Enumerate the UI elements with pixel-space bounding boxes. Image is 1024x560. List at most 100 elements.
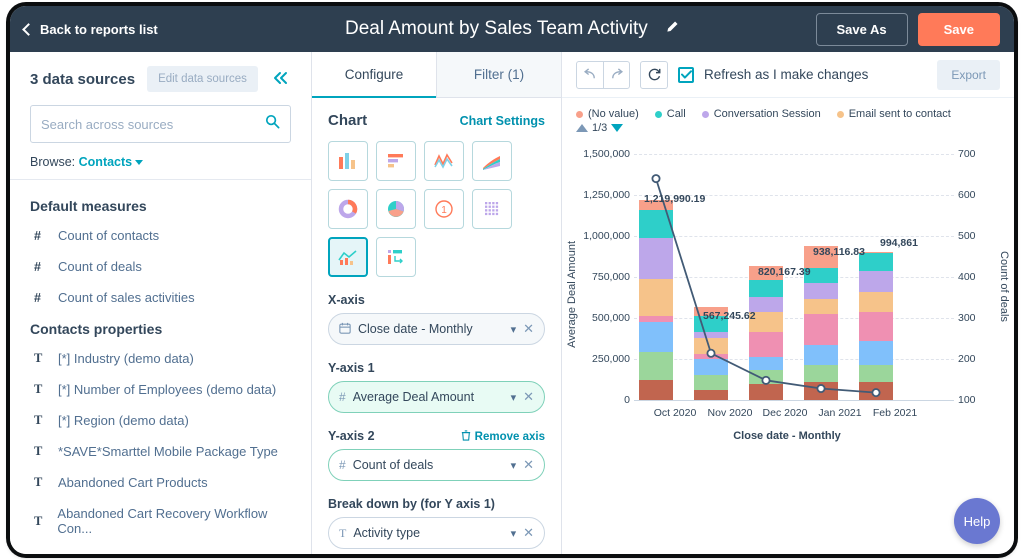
refresh-button[interactable] [640, 60, 668, 89]
number-icon: # [34, 259, 41, 274]
legend-page-up-icon[interactable] [576, 124, 588, 132]
bar-segment[interactable] [804, 298, 838, 315]
list-item[interactable]: T Abandoned Cart Recovery Workflow Con..… [10, 498, 311, 544]
pivot-table-icon[interactable] [376, 237, 416, 277]
legend-item[interactable]: Conversation Session [701, 108, 821, 120]
edit-data-sources-button[interactable]: Edit data sources [147, 66, 258, 92]
bar-segment[interactable] [859, 292, 893, 312]
chevron-down-icon[interactable]: ▾ [511, 323, 517, 336]
legend-item[interactable]: Email sent to contact [836, 108, 951, 120]
search-box[interactable] [30, 105, 291, 143]
back-to-reports-list-button[interactable]: Back to reports list [22, 22, 158, 37]
browse-object-value: Contacts [78, 155, 133, 169]
y-axis-2-select[interactable]: # Count of deals ▾ ✕ [328, 449, 545, 481]
list-item[interactable]: T [*] Number of Employees (demo data) [10, 374, 311, 405]
help-button[interactable]: Help [954, 498, 1000, 544]
bar-segment[interactable] [859, 365, 893, 382]
chart-section-title: Chart [328, 112, 368, 129]
chevron-down-icon[interactable]: ▾ [511, 459, 517, 472]
bar-segment[interactable] [694, 389, 728, 400]
chevron-down-icon[interactable]: ▾ [511, 527, 517, 540]
tab-configure[interactable]: Configure [312, 52, 436, 98]
save-button[interactable]: Save [917, 12, 1000, 46]
bar-segment[interactable] [859, 381, 893, 400]
bar-column[interactable] [749, 265, 783, 400]
bar-segment[interactable] [639, 237, 673, 279]
bar-value-label: 994,861 [880, 237, 918, 249]
bar-segment[interactable] [804, 382, 838, 400]
search-input[interactable] [41, 116, 265, 132]
list-item[interactable]: T *SAVE*Smarttel Mobile Package Type [10, 436, 311, 467]
x-axis-label: X-axis [328, 293, 365, 307]
list-item[interactable]: # Count of contacts [10, 220, 311, 251]
double-chevron-left-icon[interactable] [272, 70, 290, 88]
search-icon[interactable] [265, 114, 280, 134]
pie-chart-icon[interactable] [376, 189, 416, 229]
bar-segment[interactable] [639, 351, 673, 380]
donut-chart-icon[interactable] [328, 189, 368, 229]
save-as-button[interactable]: Save As [815, 12, 908, 46]
list-item[interactable]: # Count of sales activities [10, 282, 311, 313]
list-item[interactable]: # Count of deals [10, 251, 311, 282]
area-chart-icon[interactable] [472, 141, 512, 181]
remove-axis-button[interactable]: Remove axis [461, 429, 545, 443]
bar-segment[interactable] [749, 370, 783, 385]
single-value-icon[interactable]: 1 [424, 189, 464, 229]
close-icon[interactable]: ✕ [523, 525, 534, 541]
y-axis-1-select[interactable]: # Average Deal Amount ▾ ✕ [328, 381, 545, 413]
report-title-text: Deal Amount by Sales Team Activity [344, 17, 648, 39]
chart-settings-link[interactable]: Chart Settings [460, 114, 545, 128]
redo-icon[interactable] [603, 61, 629, 88]
vertical-bar-chart-icon[interactable] [328, 141, 368, 181]
close-icon[interactable]: ✕ [523, 457, 534, 473]
bar-segment[interactable] [639, 322, 673, 352]
bar-segment[interactable] [694, 375, 728, 390]
export-button[interactable]: Export [937, 59, 1000, 90]
bar-column[interactable] [859, 251, 893, 400]
bar-segment[interactable] [859, 311, 893, 341]
bar-segment[interactable] [749, 280, 783, 297]
line-data-point[interactable] [651, 174, 661, 184]
chevron-down-icon[interactable]: ▾ [511, 391, 517, 404]
close-icon[interactable]: ✕ [523, 389, 534, 405]
list-item[interactable]: T Abandoned Cart Products [10, 467, 311, 498]
bar-segment[interactable] [639, 209, 673, 238]
bar-segment[interactable] [694, 358, 728, 376]
bar-segment[interactable] [749, 356, 783, 371]
horizontal-bar-chart-icon[interactable] [376, 141, 416, 181]
refresh-checkbox-label[interactable]: Refresh as I make changes [704, 67, 868, 82]
list-item[interactable]: T [*] Industry (demo data) [10, 343, 311, 374]
y-tick-label: 0 [624, 394, 630, 406]
bar-segment[interactable] [804, 283, 838, 299]
list-item-label: Count of deals [58, 259, 142, 274]
bar-segment[interactable] [804, 365, 838, 383]
combo-chart-icon[interactable] [328, 237, 368, 277]
report-builder-window: Back to reports list Deal Amount by Sale… [10, 6, 1014, 554]
text-icon: T [34, 413, 43, 427]
bar-segment[interactable] [859, 270, 893, 293]
undo-icon[interactable] [577, 62, 603, 88]
bar-segment[interactable] [859, 340, 893, 366]
table-chart-icon[interactable] [472, 189, 512, 229]
line-chart-icon[interactable] [424, 141, 464, 181]
legend-page-down-icon[interactable] [611, 124, 624, 132]
close-icon[interactable]: ✕ [523, 321, 534, 337]
bar-segment[interactable] [639, 379, 673, 400]
x-axis-select[interactable]: Close date - Monthly ▾ ✕ [328, 313, 545, 345]
tab-filter[interactable]: Filter (1) [436, 52, 561, 98]
bar-column[interactable] [639, 199, 673, 400]
bar-segment[interactable] [749, 384, 783, 400]
bar-segment[interactable] [749, 331, 783, 357]
bar-segment[interactable] [639, 278, 673, 317]
refresh-checkbox[interactable] [678, 66, 694, 83]
pencil-icon[interactable] [665, 18, 679, 40]
bar-segment[interactable] [804, 314, 838, 346]
legend-item[interactable]: Call [654, 108, 686, 120]
bar-value-label: 1,219,990.19 [644, 193, 706, 205]
browse-object-dropdown[interactable]: Contacts [78, 155, 144, 169]
legend-item[interactable]: (No value) [576, 108, 639, 120]
bar-segment[interactable] [694, 338, 728, 354]
breakdown-select[interactable]: T Activity type ▾ ✕ [328, 517, 545, 549]
list-item[interactable]: T [*] Region (demo data) [10, 405, 311, 436]
bar-segment[interactable] [804, 345, 838, 366]
